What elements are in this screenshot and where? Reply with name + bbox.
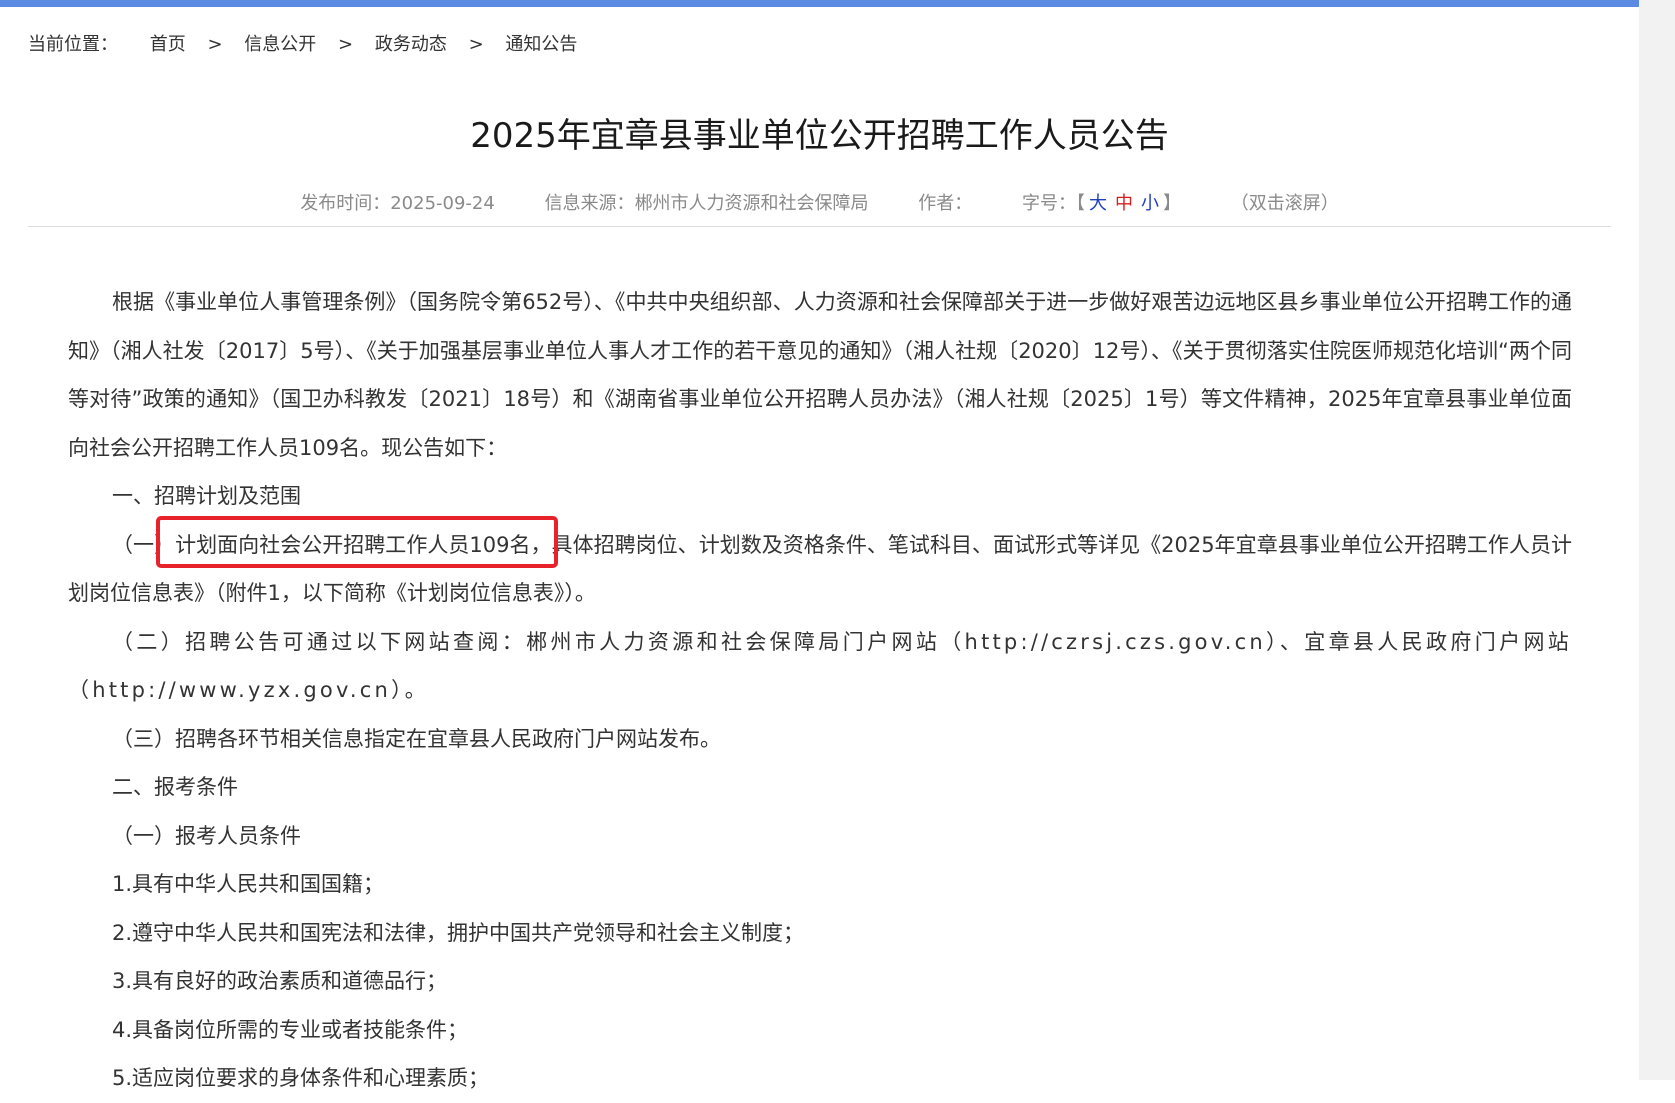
section2-heading: 二、报考条件 — [112, 775, 238, 799]
article-body: 根据《事业单位人事管理条例》（国务院令第652号）、《中共中央组织部、人力资源和… — [68, 278, 1572, 1103]
page-title: 2025年宜章县事业单位公开招聘工作人员公告 — [470, 116, 1169, 156]
breadcrumb-separator: > — [468, 34, 484, 55]
article-meta: 发布时间：2025-09-24 信息来源：郴州市人力资源和社会保障局 作者： 字… — [0, 189, 1639, 215]
intro-paragraph: 根据《事业单位人事管理条例》（国务院令第652号）、《中共中央组织部、人力资源和… — [68, 290, 1572, 460]
scrollbar-track[interactable] — [1639, 0, 1675, 1080]
author: 作者： — [918, 189, 972, 215]
breadcrumb-separator: > — [207, 34, 223, 55]
condition-3: 3.具有良好的政治素质和道德品行； — [112, 969, 448, 993]
breadcrumb-home-link[interactable]: 首页 — [150, 34, 186, 55]
info-source: 信息来源：郴州市人力资源和社会保障局 — [545, 189, 869, 215]
font-size-control: 字号：【大中小】 — [1022, 189, 1181, 215]
section1-heading: 一、招聘计划及范围 — [112, 484, 301, 508]
highlight-annotation-box — [156, 516, 558, 568]
condition-2: 2.遵守中华人民共和国宪法和法律，拥护中国共产党领导和社会主义制度； — [112, 920, 805, 945]
breadcrumb-separator: > — [338, 34, 354, 55]
info-source-value: 郴州市人力资源和社会保障局 — [634, 193, 869, 214]
top-accent-bar — [0, 0, 1639, 7]
item-1-2-paragraph: （二）招聘公告可通过以下网站查阅：郴州市人力资源和社会保障局门户网站（http:… — [68, 629, 1572, 703]
publish-time-label: 发布时间： — [300, 193, 391, 214]
condition-1: 1.具有中华人民共和国国籍； — [112, 872, 385, 896]
breadcrumb-info-link[interactable]: 信息公开 — [244, 34, 316, 55]
font-size-medium-button[interactable]: 中 — [1115, 193, 1133, 214]
breadcrumb-news-link[interactable]: 政务动态 — [375, 34, 447, 55]
publish-time: 发布时间：2025-09-24 — [300, 189, 495, 215]
breadcrumb: 当前位置： 首页 > 信息公开 > 政务动态 > 通知公告 — [28, 30, 577, 56]
bracket-close: 】 — [1163, 193, 1182, 214]
author-label: 作者： — [918, 193, 973, 214]
item-2-1-paragraph: （一）报考人员条件 — [112, 823, 301, 848]
font-size-label: 字号： — [1022, 193, 1077, 214]
bracket-open: 【 — [1076, 193, 1086, 214]
double-click-scroll-hint[interactable]: （双击滚屏） — [1231, 189, 1339, 215]
font-size-large-button[interactable]: 大 — [1089, 193, 1107, 214]
item-1-3-paragraph: （三）招聘各环节相关信息指定在宜章县人民政府门户网站发布。 — [112, 726, 721, 751]
breadcrumb-notice-link[interactable]: 通知公告 — [505, 34, 577, 55]
condition-5: 5.适应岗位要求的身体条件和心理素质； — [112, 1066, 490, 1090]
info-source-label: 信息来源： — [544, 193, 635, 214]
condition-4: 4.具备岗位所需的专业或者技能条件； — [112, 1017, 469, 1042]
font-size-small-button[interactable]: 小 — [1141, 193, 1159, 214]
publish-time-value: 2025-09-24 — [390, 193, 495, 214]
breadcrumb-prefix: 当前位置： — [28, 34, 118, 55]
meta-divider — [28, 226, 1611, 227]
